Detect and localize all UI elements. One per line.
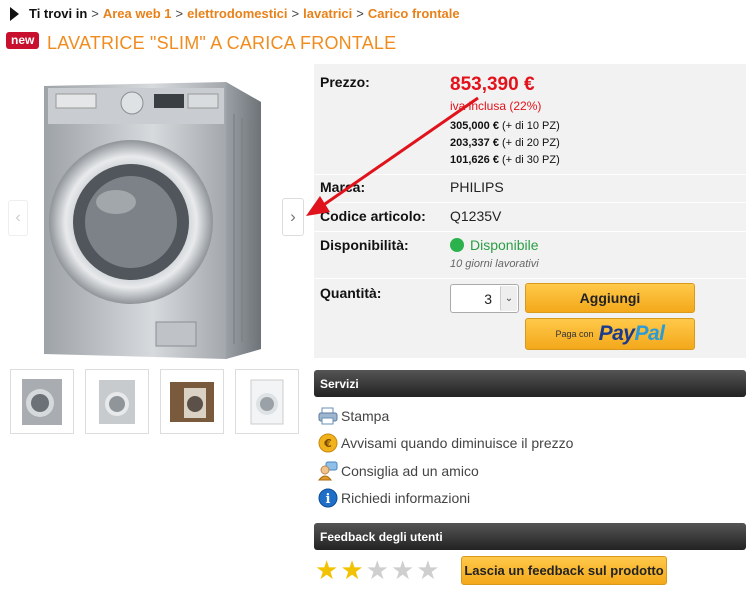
quantity-label: Quantità: (320, 285, 382, 301)
code-label: Codice articolo: (320, 208, 426, 224)
breadcrumb: Ti trovi in > Area web 1 > elettrodomest… (10, 6, 460, 21)
services-header: Servizi (314, 370, 746, 397)
quantity-value: 3 (484, 290, 492, 307)
breadcrumb-link-area[interactable]: Area web 1 (103, 6, 172, 21)
service-recommend-label: Consiglia ad un amico (341, 463, 479, 479)
brand-value: PHILIPS (450, 179, 504, 195)
chevron-right-icon: › (290, 207, 296, 226)
thumbnail-4[interactable] (235, 369, 299, 434)
star-4-icon[interactable]: ★ (391, 557, 414, 583)
thumbnail-strip (10, 369, 299, 434)
feedback-header: Feedback degli utenti (314, 523, 746, 550)
code-value: Q1235V (450, 208, 502, 224)
breadcrumb-link-lavatrici[interactable]: lavatrici (303, 6, 352, 21)
info-icon: i (318, 488, 338, 508)
breadcrumb-arrow-icon (10, 6, 19, 21)
rating-stars[interactable]: ★ ★ ★ ★ ★ (315, 557, 440, 583)
price-value: 853,390 € (450, 74, 535, 95)
thumbnail-3[interactable] (160, 369, 224, 434)
star-1-icon[interactable]: ★ (315, 557, 338, 583)
star-5-icon[interactable]: ★ (416, 557, 439, 583)
chevron-left-icon: ‹ (15, 209, 21, 226)
star-3-icon[interactable]: ★ (366, 557, 389, 583)
vat-note: iva inclusa (22%) (450, 99, 542, 113)
service-recommend[interactable]: Consiglia ad un amico (318, 461, 479, 481)
availability-status: Disponibile (450, 237, 538, 253)
svg-text:€: € (323, 437, 332, 450)
gallery-next-button[interactable]: › (282, 198, 304, 236)
svg-text:i: i (326, 492, 331, 507)
brand-label: Marca: (320, 179, 366, 195)
recommend-friend-icon (318, 461, 338, 481)
paypal-prefix: Paga con (555, 329, 594, 339)
service-print-label: Stampa (341, 408, 390, 424)
availability-label: Disponibilità: (320, 237, 409, 253)
available-dot-icon (450, 238, 464, 252)
paypal-logo: PayPal (598, 322, 665, 345)
product-main-image[interactable] (36, 74, 281, 364)
service-info-request[interactable]: i Richiedi informazioni (318, 488, 470, 508)
quantity-select[interactable]: 3 ⌄ (450, 284, 519, 313)
service-price-alert-label: Avvisami quando diminuisce il prezzo (341, 435, 574, 451)
tier-price-2: 203,337 € (+ di 20 PZ) (450, 137, 560, 149)
printer-icon (318, 406, 338, 426)
thumbnail-2[interactable] (85, 369, 149, 434)
coin-icon: € (318, 433, 338, 453)
star-2-icon[interactable]: ★ (340, 557, 363, 583)
add-to-cart-button[interactable]: Aggiungi (525, 283, 695, 313)
paypal-button[interactable]: Paga con PayPal (525, 318, 695, 350)
tier-price-1: 305,000 € (+ di 10 PZ) (450, 120, 560, 132)
new-badge: new (6, 32, 40, 49)
gallery-prev-button[interactable]: ‹ (8, 200, 28, 236)
product-title: LAVATRICE "SLIM" A CARICA FRONTALE (47, 33, 397, 53)
breadcrumb-lead: Ti trovi in (29, 6, 88, 21)
breadcrumb-link-elettrodomestici[interactable]: elettrodomestici (187, 6, 287, 21)
service-price-alert[interactable]: € Avvisami quando diminuisce il prezzo (318, 433, 573, 453)
leave-feedback-button[interactable]: Lascia un feedback sul prodotto (461, 556, 667, 585)
breadcrumb-link-carico-frontale[interactable]: Carico frontale (368, 6, 460, 21)
service-info-request-label: Richiedi informazioni (341, 490, 471, 506)
chevron-down-icon[interactable]: ⌄ (500, 286, 517, 311)
thumbnail-1[interactable] (10, 369, 74, 434)
tier-price-3: 101,626 € (+ di 30 PZ) (450, 154, 560, 166)
service-print[interactable]: Stampa (318, 406, 389, 426)
price-label: Prezzo: (320, 74, 370, 90)
product-info-panel: Prezzo: 853,390 € iva inclusa (22%) 305,… (314, 64, 746, 358)
availability-note: 10 giorni lavorativi (450, 258, 539, 270)
